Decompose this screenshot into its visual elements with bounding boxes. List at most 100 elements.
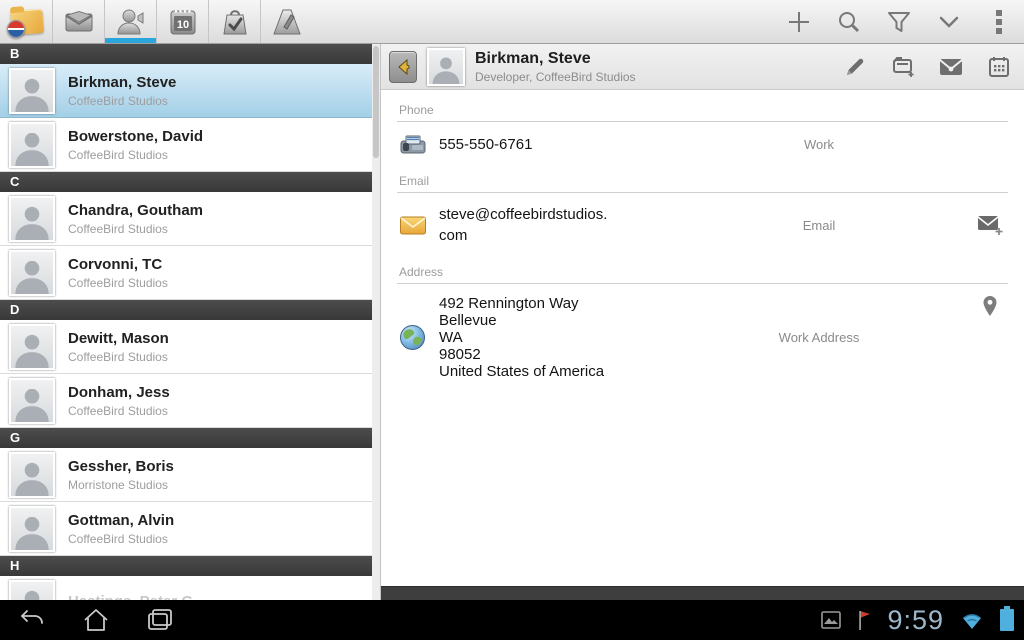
contact-name: Birkman, Steve	[68, 73, 177, 91]
filter-funnel-icon	[888, 11, 910, 32]
tab-contacts[interactable]	[104, 0, 156, 43]
nav-recents-icon	[148, 609, 172, 630]
compose-email-button[interactable]	[972, 214, 1008, 236]
edit-button[interactable]	[842, 54, 868, 80]
overflow-menu-button[interactable]	[974, 0, 1024, 43]
fax-phone-icon	[400, 135, 426, 154]
detail-photo	[427, 47, 465, 86]
phone-row[interactable]: 555-550-6761 Work	[397, 122, 1008, 165]
list-scrollbar-track[interactable]	[372, 44, 380, 600]
chevron-down-icon	[939, 16, 959, 28]
phone-type: Work	[803, 136, 835, 152]
nav-home-button[interactable]	[64, 600, 128, 640]
status-area[interactable]: 9:59	[821, 605, 1024, 636]
list-scrollbar-thumb[interactable]	[373, 46, 379, 158]
list-item[interactable]: Chandra, Goutham CoffeeBird Studios	[0, 192, 372, 246]
envelope-plus-icon	[977, 216, 1003, 235]
contact-company: CoffeeBird Studios	[68, 221, 168, 236]
detail-content: Phone 555-550-6761 Work Email steve@coff	[381, 90, 1024, 586]
contact-name: Gottman, Alvin	[68, 511, 175, 529]
contact-photo	[9, 451, 55, 498]
contact-photo	[9, 377, 55, 424]
list-item[interactable]: Hastings, Peter G	[0, 576, 372, 600]
list-item[interactable]: Donham, Jess CoffeeBird Studios	[0, 374, 372, 428]
nav-back-icon	[21, 610, 43, 624]
globe-icon	[400, 325, 425, 350]
phone-section-label: Phone	[397, 94, 1008, 122]
tab-tasks[interactable]	[208, 0, 260, 43]
detail-header: Birkman, Steve Developer, CoffeeBird Stu…	[381, 44, 1024, 90]
plus-icon	[789, 11, 809, 32]
search-button[interactable]	[824, 0, 874, 43]
back-button[interactable]	[389, 50, 417, 83]
contact-company: CoffeeBird Studios	[68, 349, 168, 364]
filter-button[interactable]	[874, 0, 924, 43]
yellow-envelope-icon	[400, 216, 426, 234]
section-header: B	[0, 44, 372, 64]
contact-photo	[9, 67, 55, 114]
folder-logo-icon	[7, 8, 45, 38]
contact-photo	[9, 195, 55, 242]
location-pin-icon	[983, 296, 997, 316]
schedule-button[interactable]	[986, 54, 1012, 80]
contact-list-panel: B Birkman, Steve CoffeeBird Studios Bower…	[0, 44, 380, 600]
tab-notes[interactable]	[260, 0, 312, 43]
contact-company: CoffeeBird Studios	[68, 93, 168, 108]
contacts-person-icon	[116, 9, 143, 34]
add-label-button[interactable]	[890, 54, 916, 80]
tab-mail[interactable]	[52, 0, 104, 43]
contact-detail-panel: Birkman, Steve Developer, CoffeeBird Stu…	[380, 44, 1024, 600]
envelope-icon	[939, 58, 963, 75]
list-item[interactable]: Dewitt, Mason CoffeeBird Studios	[0, 320, 372, 374]
list-item[interactable]: Corvonni, TC CoffeeBird Studios	[0, 246, 372, 300]
section-header: C	[0, 172, 372, 192]
email-address: steve@coffeebirdstudios. com	[439, 206, 608, 244]
contact-company: Morristone Studios	[68, 477, 169, 492]
battery-icon[interactable]	[1000, 606, 1014, 631]
list-item[interactable]: Gottman, Alvin CoffeeBird Studios	[0, 502, 372, 556]
contact-company: CoffeeBird Studios	[68, 531, 168, 546]
wifi-icon[interactable]	[959, 610, 985, 630]
map-button[interactable]	[972, 295, 1008, 317]
address-text: 492 Rennington Way Bellevue WA 98052 Uni…	[439, 295, 605, 380]
flag-notification-icon[interactable]	[856, 609, 872, 631]
list-item[interactable]: Bowerstone, David CoffeeBird Studios	[0, 118, 372, 172]
list-item[interactable]: Gessher, Boris Morristone Studios	[0, 448, 372, 502]
contact-company: CoffeeBird Studios	[68, 275, 168, 290]
nav-recents-button[interactable]	[128, 600, 192, 640]
detail-bottom-bar	[381, 586, 1024, 600]
section-header: G	[0, 428, 372, 448]
search-icon	[839, 11, 860, 32]
nav-home-icon	[84, 609, 108, 631]
tab-calendar[interactable]: 10	[156, 0, 208, 43]
address-row[interactable]: 492 Rennington Way Bellevue WA 98052 Uni…	[397, 284, 1008, 390]
active-tab-underline	[105, 38, 156, 43]
system-bar: 9:59	[0, 600, 1024, 640]
clock[interactable]: 9:59	[887, 605, 944, 636]
calendar-icon: 10	[170, 9, 195, 34]
email-row[interactable]: steve@coffeebirdstudios. com Email	[397, 193, 1008, 256]
tasks-icon	[222, 9, 247, 34]
screenshot-notification-icon[interactable]	[821, 611, 842, 629]
contact-name: Dewitt, Mason	[68, 329, 169, 347]
contact-name: Bowerstone, David	[68, 127, 204, 145]
pencil-icon	[847, 58, 864, 75]
calendar-grid-icon	[989, 56, 1009, 77]
contact-company: CoffeeBird Studios	[68, 403, 168, 418]
contact-name: Hastings, Peter G	[68, 593, 193, 601]
section-header: H	[0, 556, 372, 576]
contact-company: CoffeeBird Studios	[68, 147, 168, 162]
send-mail-button[interactable]	[938, 54, 964, 80]
contact-photo	[9, 121, 55, 168]
list-item[interactable]: Birkman, Steve CoffeeBird Studios	[0, 64, 372, 118]
contact-photo	[9, 249, 55, 296]
app-logo[interactable]	[0, 0, 52, 43]
add-button[interactable]	[774, 0, 824, 43]
top-action-bar: 10	[0, 0, 1024, 44]
contact-name: Chandra, Goutham	[68, 201, 204, 219]
address-type: Work Address	[778, 330, 860, 345]
nav-back-button[interactable]	[0, 600, 64, 640]
expand-button[interactable]	[924, 0, 974, 43]
main-area: B Birkman, Steve CoffeeBird Studios Bower…	[0, 44, 1024, 600]
